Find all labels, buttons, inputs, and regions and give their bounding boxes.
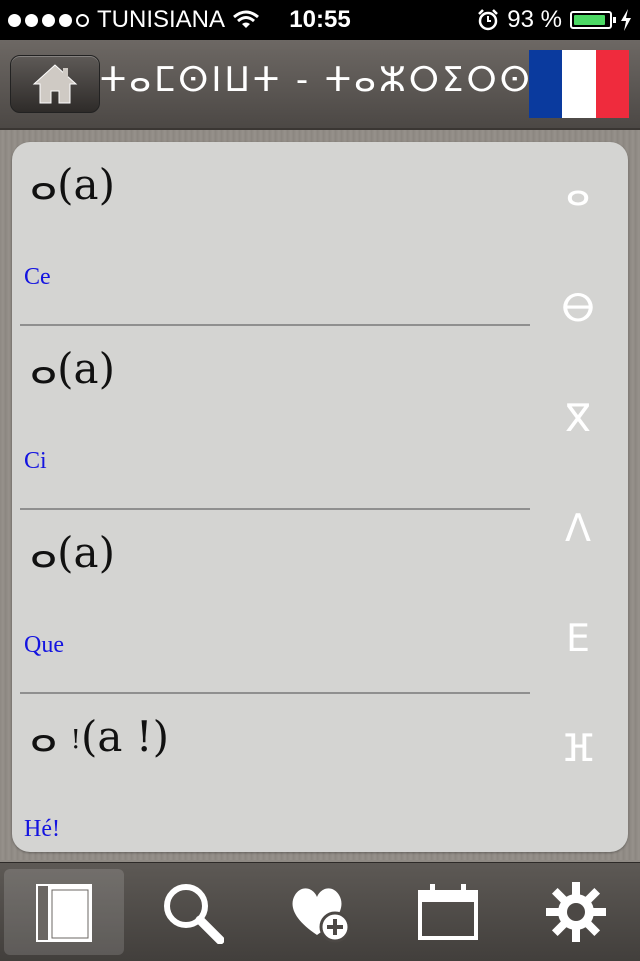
tab-bar <box>0 862 640 961</box>
list-item[interactable]: ⴰ(a) Ce <box>20 142 530 326</box>
book-icon <box>36 884 92 942</box>
alphabet-index[interactable]: ⴰ ⴱ ⴳ ⴷ ⴹ ⴼ <box>528 142 628 852</box>
alarm-icon <box>478 9 499 31</box>
battery-percent: 93 % <box>507 6 562 33</box>
status-bar: TUNISIANA 10:55 93 % <box>0 0 640 40</box>
index-letter[interactable]: ⴼ <box>528 726 628 770</box>
battery-level <box>574 15 606 25</box>
navigation-bar: ⵜⴰⵎⵙⵏⵡⵜ ‑ ⵜⴰⵣⵔⵉⵔⵙⵔⵜ <box>0 40 640 130</box>
entry-french: Que <box>24 632 64 658</box>
entry-tifinagh: ⴰ(a) <box>30 160 115 209</box>
flag-band-red <box>595 50 629 118</box>
entry-tifinagh: ⴰ(a) <box>30 344 115 393</box>
entry-tifinagh: ⴰ(a) <box>30 528 115 577</box>
index-letter[interactable]: ⴰ <box>528 170 628 214</box>
index-letter[interactable]: ⴷ <box>528 506 628 550</box>
word-list[interactable]: ⴰ(a) Ce ⴰ(a) Ci ⴰ(a) Que ⴰ !(a !) Hé! <box>20 142 530 852</box>
tab-search[interactable] <box>132 869 252 955</box>
list-item[interactable]: ⴰ(a) Que <box>20 510 530 694</box>
tab-settings[interactable] <box>516 869 636 955</box>
heart-plus-icon <box>292 888 351 943</box>
status-right: 93 % <box>477 6 632 34</box>
entry-french: Ci <box>24 448 47 474</box>
content-area: ⴰ(a) Ce ⴰ(a) Ci ⴰ(a) Que ⴰ !(a !) Hé! ⴰ … <box>0 130 640 860</box>
page-title: ⵜⴰⵎⵙⵏⵡⵜ ‑ ⵜⴰⵣⵔⵉⵔⵙⵔⵜ <box>100 60 596 100</box>
entry-tifinagh: ⴰ !(a !) <box>30 712 170 761</box>
battery-icon <box>570 11 616 29</box>
flag-band-blue <box>529 50 563 118</box>
home-icon <box>32 64 78 104</box>
charging-bolt-icon <box>621 9 631 31</box>
flag-band-white <box>562 50 596 118</box>
gear-icon <box>546 882 606 942</box>
tab-favorites[interactable] <box>260 869 380 955</box>
list-item[interactable]: ⴰ !(a !) Hé! <box>20 694 530 852</box>
list-item[interactable]: ⴰ(a) Ci <box>20 326 530 510</box>
word-list-card: ⴰ(a) Ce ⴰ(a) Ci ⴰ(a) Que ⴰ !(a !) Hé! ⴰ … <box>12 142 628 852</box>
entry-french: Hé! <box>24 816 60 842</box>
language-flag-button[interactable] <box>529 50 629 118</box>
home-button[interactable] <box>10 55 100 113</box>
index-letter[interactable]: ⴱ <box>528 286 628 330</box>
search-icon <box>164 884 224 944</box>
index-letter[interactable]: ⴳ <box>528 396 628 440</box>
index-letter[interactable]: ⴹ <box>528 616 628 660</box>
tab-calendar[interactable] <box>388 869 508 955</box>
entry-french: Ce <box>24 264 51 290</box>
tab-dictionary[interactable] <box>4 869 124 955</box>
calendar-icon <box>418 884 478 940</box>
